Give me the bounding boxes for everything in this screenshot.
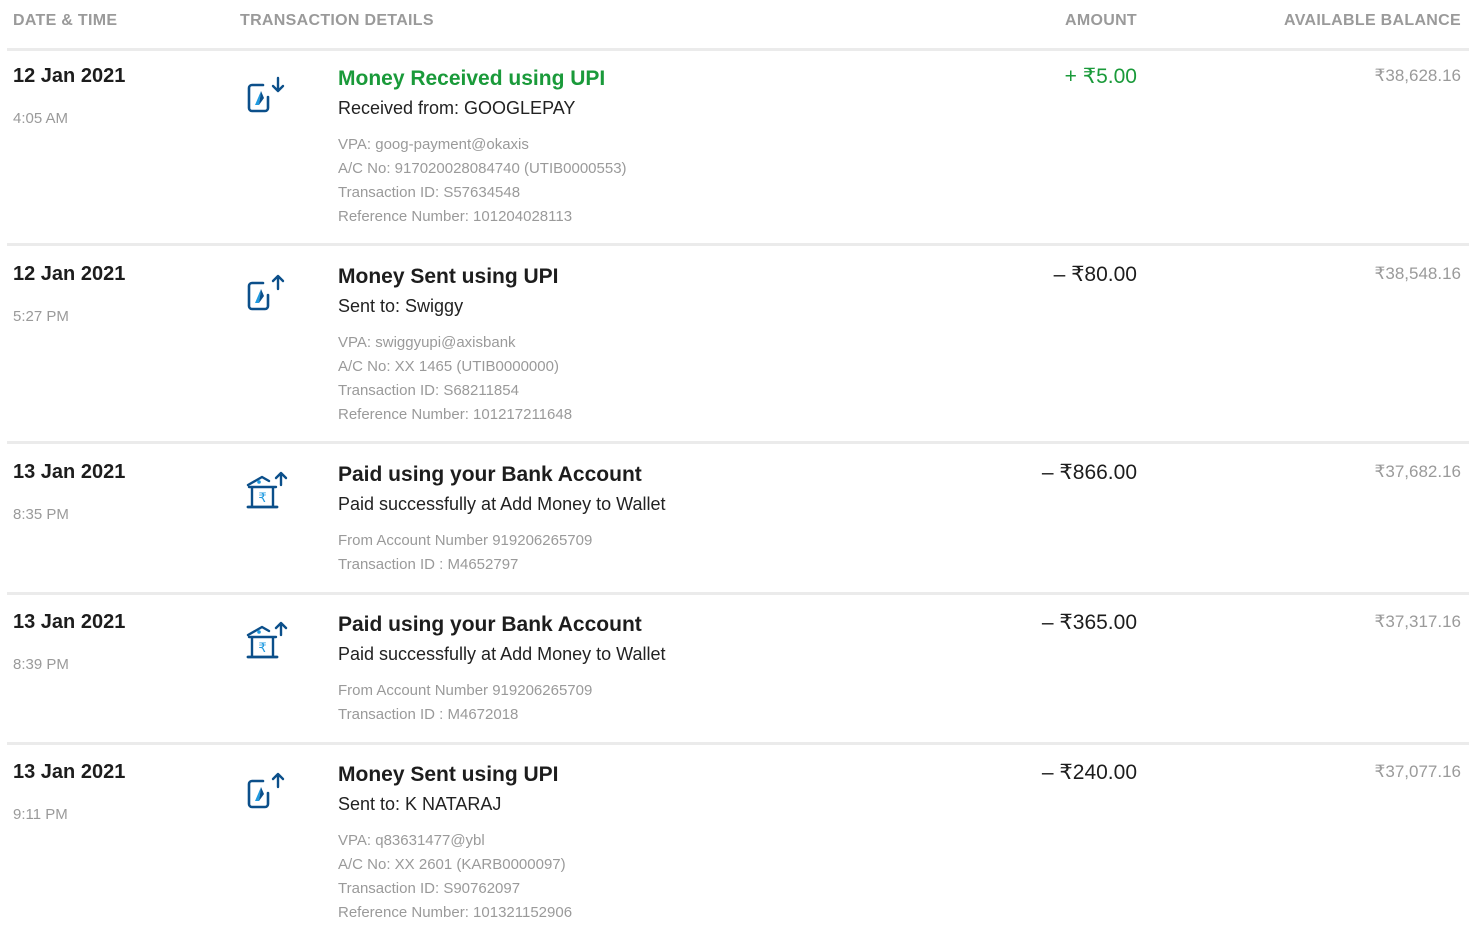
meta-account: A/C No: XX 1465 (UTIB0000000) xyxy=(338,358,559,375)
transaction-title: Money Received using UPI xyxy=(338,67,606,90)
transaction-time: 4:05 AM xyxy=(13,110,69,127)
transaction-row[interactable]: 12 Jan 2021 5:27 PM Money Sent using UPI… xyxy=(0,249,1477,441)
divider xyxy=(7,592,1469,595)
svg-text:₹: ₹ xyxy=(258,491,266,506)
transaction-title: Paid using your Bank Account xyxy=(338,613,642,636)
meta-vpa: VPA: swiggyupi@axisbank xyxy=(338,334,516,351)
meta-transaction-id: Transaction ID : M4672018 xyxy=(338,706,519,723)
transaction-row[interactable]: 13 Jan 2021 8:39 PM ₹ Paid using your Ba… xyxy=(0,597,1477,742)
transaction-amount: – ₹80.00 xyxy=(1053,263,1137,286)
transaction-subtitle: Sent to: K NATARAJ xyxy=(338,794,502,814)
available-balance: ₹38,628.16 xyxy=(1374,66,1461,85)
available-balance: ₹37,682.16 xyxy=(1374,462,1461,481)
transaction-meta: VPA: goog-payment@okaxis A/C No: 9170200… xyxy=(338,133,627,229)
header-transaction-details: TRANSACTION DETAILS xyxy=(240,12,434,29)
meta-transaction-id: Transaction ID : M4652797 xyxy=(338,556,519,573)
meta-vpa: VPA: q83631477@ybl xyxy=(338,832,485,849)
header-amount: AMOUNT xyxy=(1064,12,1137,29)
transaction-row[interactable]: 13 Jan 2021 8:35 PM ₹ Paid using your Ba… xyxy=(0,447,1477,592)
transaction-meta: From Account Number 919206265709 Transac… xyxy=(338,529,592,577)
transaction-date: 12 Jan 2021 xyxy=(13,263,126,285)
divider xyxy=(7,441,1469,444)
meta-transaction-id: Transaction ID: S68211854 xyxy=(338,382,519,399)
transaction-subtitle: Paid successfully at Add Money to Wallet xyxy=(338,494,666,514)
transaction-title: Paid using your Bank Account xyxy=(338,463,642,486)
transaction-row[interactable]: 13 Jan 2021 9:11 PM Money Sent using UPI… xyxy=(0,747,1477,934)
transaction-date: 13 Jan 2021 xyxy=(13,611,126,633)
transaction-subtitle: Sent to: Swiggy xyxy=(338,296,464,316)
transaction-subtitle: Paid successfully at Add Money to Wallet xyxy=(338,644,666,664)
divider xyxy=(7,742,1469,745)
meta-transaction-id: Transaction ID: S90762097 xyxy=(338,880,521,897)
transaction-meta: VPA: q83631477@ybl A/C No: XX 2601 (KARB… xyxy=(338,829,572,925)
available-balance: ₹37,077.16 xyxy=(1374,762,1461,781)
meta-reference-number: Reference Number: 101204028113 xyxy=(338,208,573,225)
transaction-time: 8:35 PM xyxy=(13,506,69,523)
transaction-time: 5:27 PM xyxy=(13,308,69,325)
meta-from-account: From Account Number 919206265709 xyxy=(338,532,593,549)
transaction-date: 13 Jan 2021 xyxy=(13,461,126,483)
header-available-balance: AVAILABLE BALANCE xyxy=(1284,12,1461,29)
transaction-title: Money Sent using UPI xyxy=(338,763,559,786)
available-balance: ₹37,317.16 xyxy=(1374,612,1461,631)
transaction-amount: – ₹866.00 xyxy=(1041,461,1137,484)
meta-from-account: From Account Number 919206265709 xyxy=(338,682,593,699)
transaction-date: 13 Jan 2021 xyxy=(13,761,126,783)
transaction-amount: – ₹365.00 xyxy=(1041,611,1137,634)
meta-vpa: VPA: goog-payment@okaxis xyxy=(338,136,529,153)
meta-reference-number: Reference Number: 101321152906 xyxy=(338,904,573,921)
transaction-time: 9:11 PM xyxy=(13,806,68,823)
transaction-row[interactable]: 12 Jan 2021 4:05 AM Money Received using… xyxy=(0,51,1477,243)
transaction-meta: VPA: swiggyupi@axisbank A/C No: XX 1465 … xyxy=(338,331,572,427)
bank-pay-icon: ₹ xyxy=(245,471,289,511)
upi-send-icon xyxy=(245,771,289,811)
meta-transaction-id: Transaction ID: S57634548 xyxy=(338,184,521,201)
transaction-subtitle: Received from: GOOGLEPAY xyxy=(338,98,576,118)
table-header: DATE & TIME TRANSACTION DETAILS AMOUNT A… xyxy=(0,0,1477,48)
upi-receive-icon xyxy=(245,75,289,115)
transaction-title: Money Sent using UPI xyxy=(338,265,559,288)
transaction-date: 12 Jan 2021 xyxy=(13,65,126,87)
bank-pay-icon: ₹ xyxy=(245,621,289,661)
transaction-time: 8:39 PM xyxy=(13,656,69,673)
transaction-meta: From Account Number 919206265709 Transac… xyxy=(338,679,592,727)
transaction-amount: + ₹5.00 xyxy=(1064,65,1137,88)
available-balance: ₹38,548.16 xyxy=(1374,264,1461,283)
transaction-amount: – ₹240.00 xyxy=(1041,761,1137,784)
header-date-time: DATE & TIME xyxy=(13,12,118,29)
meta-account: A/C No: 917020028084740 (UTIB0000553) xyxy=(338,160,627,177)
meta-reference-number: Reference Number: 101217211648 xyxy=(338,406,573,423)
svg-text:₹: ₹ xyxy=(258,641,266,656)
upi-send-icon xyxy=(245,273,289,313)
divider xyxy=(7,243,1469,246)
meta-account: A/C No: XX 2601 (KARB0000097) xyxy=(338,856,566,873)
